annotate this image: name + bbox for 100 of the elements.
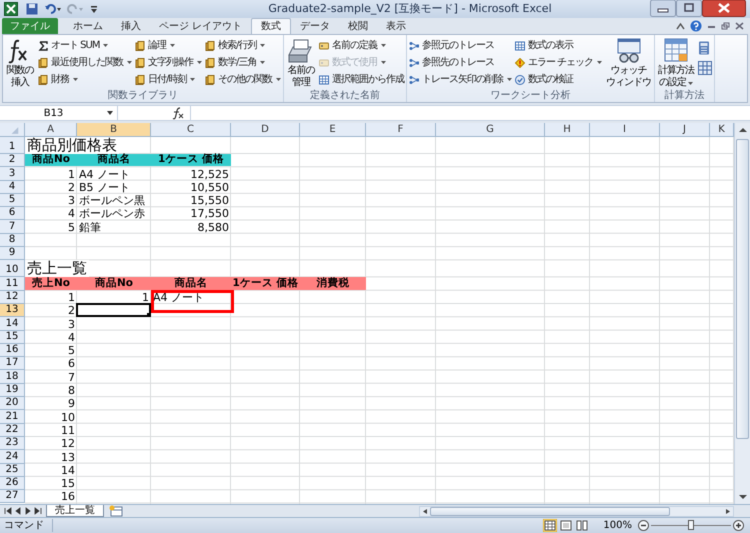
column-header[interactable]: D [231, 123, 300, 136]
row-header[interactable]: 1 [0, 137, 25, 154]
ribbon-button[interactable]: 数学/三角 [205, 55, 281, 70]
row-header[interactable]: 10 [0, 260, 25, 278]
row-header[interactable]: 17 [0, 357, 25, 370]
row-header[interactable]: 8 [0, 234, 25, 248]
close-icon[interactable] [702, 0, 746, 17]
scroll-thumb[interactable] [430, 506, 670, 516]
row-header[interactable]: 19 [0, 384, 25, 398]
help-icon[interactable] [690, 20, 702, 32]
row-header[interactable]: 20 [0, 397, 25, 410]
large-ribbon-button[interactable]: 名前の 管理 [286, 37, 316, 89]
row-header[interactable]: 21 [0, 410, 25, 424]
ribbon-button[interactable]: 文字列操作 [135, 55, 202, 70]
column-header[interactable]: F [366, 123, 436, 136]
ribbon-button[interactable]: トレース矢印の削除 [409, 72, 512, 87]
caret-icon [127, 61, 132, 64]
save-icon[interactable] [26, 3, 38, 15]
ribbon-tab[interactable]: ホーム [64, 18, 112, 34]
file-tab[interactable]: ファイル [2, 18, 58, 34]
horizontal-scrollbar[interactable] [419, 506, 734, 516]
page-layout-view-icon[interactable] [559, 519, 574, 532]
ribbon-button[interactable]: エラー チェック [515, 55, 602, 70]
row-header[interactable]: 26 [0, 476, 25, 490]
row-header[interactable]: 25 [0, 464, 25, 477]
large-ribbon-button[interactable]: 計算方法 の設定 [657, 37, 696, 89]
row-header[interactable]: 6 [0, 207, 25, 220]
scroll-thumb[interactable] [736, 139, 749, 439]
ribbon-tab[interactable]: ページ レイアウト [150, 18, 252, 34]
large-ribbon-button[interactable]: 関数の 挿入 [5, 37, 35, 89]
close-icon[interactable] [735, 22, 744, 30]
arrows-icon [409, 40, 419, 50]
row-header[interactable]: 5 [0, 194, 25, 208]
restore-icon[interactable] [721, 22, 730, 30]
row-header[interactable]: 3 [0, 167, 25, 181]
row-header[interactable]: 27 [0, 490, 25, 504]
large-ribbon-button[interactable]: ウォッチ ウィンドウ [605, 37, 652, 89]
ribbon-button[interactable]: 論理 [135, 38, 202, 53]
row-header[interactable]: 13 [0, 304, 25, 318]
ribbon-tab[interactable]: 校閲 [339, 18, 378, 34]
ribbon-button[interactable]: 最近使用した関数 [38, 55, 132, 70]
last-sheet-icon[interactable] [34, 507, 42, 515]
previous-sheet-icon[interactable] [14, 507, 22, 515]
zoom-slider-thumb[interactable] [688, 520, 694, 530]
table-cell-text: 17,550 [190, 207, 230, 220]
ribbon-button[interactable]: 名前の定義 [319, 38, 404, 53]
ribbon-button[interactable]: 財務 [38, 72, 132, 87]
ribbon-button[interactable]: 数式の検証 [515, 72, 602, 87]
zoom-level[interactable]: 100% [603, 518, 632, 533]
row-header[interactable]: 24 [0, 450, 25, 464]
row-header[interactable]: 14 [0, 317, 25, 331]
ribbon-button[interactable]: 日付/時刻 [135, 72, 202, 87]
row-header[interactable]: 22 [0, 424, 25, 437]
vertical-scrollbar[interactable] [734, 123, 750, 504]
row-header[interactable]: 4 [0, 180, 25, 194]
ribbon-button[interactable]: オート SUM [38, 38, 132, 53]
sheet-tab[interactable]: 売上一覧 [46, 505, 104, 517]
row-header[interactable]: 7 [0, 220, 25, 234]
next-sheet-icon[interactable] [24, 507, 32, 515]
normal-view-icon[interactable] [543, 519, 558, 532]
row-header[interactable]: 18 [0, 370, 25, 384]
customize-icon[interactable] [90, 4, 98, 14]
ribbon-tab[interactable]: 挿入 [112, 18, 150, 34]
collapse-ribbon-icon[interactable] [676, 22, 685, 30]
row-header[interactable]: 16 [0, 344, 25, 358]
row-header[interactable]: 23 [0, 436, 25, 450]
column-header[interactable]: J [660, 123, 710, 136]
ribbon-button[interactable]: その他の関数 [205, 72, 281, 87]
column-header[interactable]: I [590, 123, 660, 136]
name-box[interactable]: B13 [0, 106, 118, 120]
column-header[interactable]: H [545, 123, 590, 136]
column-header[interactable]: B [77, 123, 151, 136]
sheet-grid-icon[interactable] [698, 61, 712, 75]
row-header[interactable]: 11 [0, 277, 25, 291]
row-header[interactable]: 9 [0, 247, 25, 260]
row-header[interactable]: 15 [0, 330, 25, 344]
function-icon[interactable] [170, 106, 186, 120]
ribbon-button[interactable]: 参照元のトレース [409, 38, 512, 53]
ribbon-tab[interactable]: 表示 [377, 18, 416, 34]
ribbon-button[interactable]: 参照先のトレース [409, 55, 512, 70]
column-header[interactable]: E [300, 123, 366, 136]
first-sheet-icon[interactable] [4, 507, 12, 515]
insert-sheet-icon[interactable] [108, 505, 124, 517]
page-break-view-icon[interactable] [575, 519, 590, 532]
column-header[interactable]: C [151, 123, 231, 136]
column-header[interactable]: G [436, 123, 545, 136]
zoom-out-icon[interactable] [638, 520, 649, 531]
ribbon-tab[interactable]: 数式 [251, 18, 292, 34]
ribbon-tab[interactable]: データ [291, 18, 340, 34]
row-header[interactable]: 2 [0, 154, 25, 168]
row-header[interactable]: 12 [0, 290, 25, 304]
zoom-in-icon[interactable] [733, 520, 744, 531]
active-cell[interactable] [76, 302, 151, 318]
undo-icon[interactable] [44, 3, 62, 15]
minimize-icon[interactable] [650, 0, 676, 17]
restore-icon[interactable] [676, 0, 702, 17]
ribbon-button[interactable]: 数式の表示 [515, 38, 602, 53]
ribbon-button[interactable]: 選択範囲から作成 [319, 72, 404, 87]
calculator-icon[interactable] [698, 41, 710, 55]
ribbon-button[interactable]: 検索/行列 [205, 38, 281, 53]
